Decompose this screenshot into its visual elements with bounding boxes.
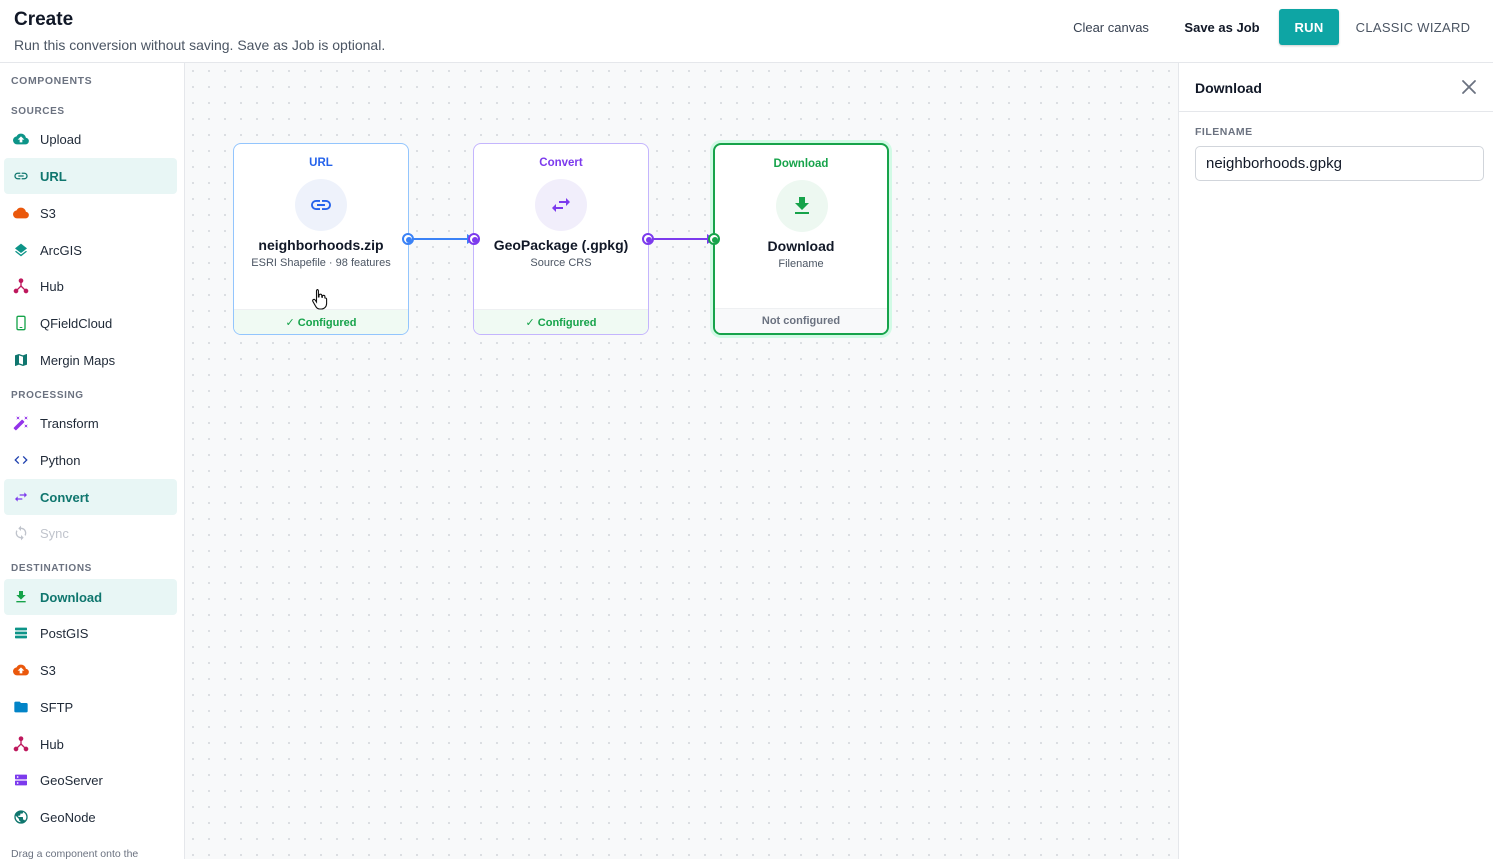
node-title: GeoPackage (.gpkg): [493, 237, 629, 253]
panel-header: Download: [1179, 63, 1493, 112]
sidebar-item-label: Sync: [40, 525, 69, 541]
node-description: Source CRS: [530, 257, 592, 269]
sidebar-item-sync[interactable]: Sync: [4, 515, 177, 551]
sidebar-item-label: Hub: [40, 278, 64, 294]
sidebar-item-python[interactable]: Python: [4, 442, 177, 478]
hand-cursor-icon: [312, 288, 328, 310]
link-icon: [295, 179, 347, 231]
sidebar-item-hub-destination[interactable]: Hub: [4, 726, 177, 762]
sidebar-item-transform[interactable]: Transform: [4, 405, 177, 441]
sidebar-item-label: QFieldCloud: [40, 315, 113, 331]
run-button[interactable]: RUN: [1279, 9, 1339, 45]
sidebar-item-label: Hub: [40, 736, 64, 752]
sidebar-item-mergin-maps[interactable]: Mergin Maps: [4, 342, 177, 378]
filename-input[interactable]: [1195, 146, 1484, 181]
page-subtitle: Run this conversion without saving. Save…: [14, 37, 386, 53]
sidebar-item-postgis[interactable]: PostGIS: [4, 615, 177, 651]
sidebar-item-label: Transform: [40, 415, 99, 431]
node-description: ESRI Shapefile · 98 features: [251, 257, 391, 269]
sources-heading: SOURCES: [11, 106, 65, 117]
hub-icon: [13, 278, 29, 294]
sidebar-item-label: URL: [40, 168, 67, 184]
sidebar-item-label: GeoServer: [40, 772, 103, 788]
magic-wand-icon: [13, 415, 29, 431]
classic-wizard-button[interactable]: CLASSIC WIZARD: [1350, 9, 1476, 45]
sidebar-item-label: Mergin Maps: [40, 352, 116, 368]
convert-output-port[interactable]: [642, 233, 654, 245]
sidebar-item-label: Python: [40, 452, 81, 468]
node-convert[interactable]: Convert GeoPackage (.gpkg) Source CRS ✓ …: [473, 143, 649, 335]
node-status: Not configured: [715, 308, 887, 333]
sidebar-item-upload[interactable]: Upload: [4, 121, 177, 157]
url-output-port[interactable]: [402, 233, 414, 245]
sidebar-item-s3-destination[interactable]: S3: [4, 652, 177, 688]
cloud-upload-icon: [13, 131, 29, 147]
sidebar-item-label: S3: [40, 662, 56, 678]
filename-label: FILENAME: [1195, 126, 1253, 138]
sidebar-item-s3[interactable]: S3: [4, 195, 177, 231]
sidebar-item-hub[interactable]: Hub: [4, 268, 177, 304]
sidebar-item-url[interactable]: URL: [4, 158, 177, 194]
download-icon: [13, 589, 29, 605]
download-icon: [776, 180, 828, 232]
swap-icon: [13, 489, 29, 505]
node-status: ✓ Configured: [234, 309, 408, 334]
components-heading: COMPONENTS: [11, 75, 93, 87]
sidebar-item-qfieldcloud[interactable]: QFieldCloud: [4, 305, 177, 341]
convert-input-port[interactable]: [468, 233, 480, 245]
top-bar: Create Run this conversion without savin…: [0, 0, 1493, 63]
sidebar-item-label: SFTP: [40, 699, 74, 715]
sidebar-item-geonode[interactable]: GeoNode: [4, 799, 177, 835]
folder-icon: [13, 699, 29, 715]
sidebar-item-download[interactable]: Download: [4, 579, 177, 615]
cloud-upload-icon: [13, 662, 29, 678]
link-icon: [13, 168, 29, 184]
hub-icon: [13, 736, 29, 752]
sidebar-item-arcgis[interactable]: ArcGIS: [4, 232, 177, 268]
node-title: neighborhoods.zip: [258, 237, 384, 253]
flow-canvas[interactable]: URL neighborhoods.zip ESRI Shapefile · 9…: [185, 63, 1178, 859]
node-type-label: Download: [773, 158, 829, 170]
save-as-job-button[interactable]: Save as Job: [1176, 9, 1268, 45]
server-icon: [13, 772, 29, 788]
sidebar-item-label: S3: [40, 205, 56, 221]
processing-heading: PROCESSING: [11, 390, 84, 401]
map-icon: [13, 352, 29, 368]
node-type-label: Convert: [539, 157, 583, 169]
node-type-label: URL: [309, 157, 333, 169]
sidebar-item-label: PostGIS: [40, 625, 89, 641]
destinations-heading: DESTINATIONS: [11, 563, 92, 574]
components-sidebar: COMPONENTS SOURCES Upload URL S3 ArcGIS …: [0, 63, 185, 859]
node-download-destination[interactable]: Download Download Filename Not configure…: [713, 143, 889, 335]
panel-title: Download: [1195, 80, 1262, 96]
sync-icon: [13, 525, 29, 541]
layers-icon: [13, 242, 29, 258]
database-icon: [13, 625, 29, 641]
swap-icon: [535, 179, 587, 231]
sidebar-item-label: ArcGIS: [40, 242, 82, 258]
properties-panel: Download FILENAME: [1178, 63, 1493, 859]
close-icon[interactable]: [1460, 78, 1478, 96]
sidebar-hint: Drag a component onto the: [11, 848, 139, 859]
code-icon: [13, 452, 29, 468]
node-title: Download: [767, 238, 835, 254]
node-description: Filename: [778, 258, 824, 270]
node-status: ✓ Configured: [474, 309, 648, 334]
sidebar-item-geoserver[interactable]: GeoServer: [4, 762, 177, 798]
sidebar-item-convert[interactable]: Convert: [4, 479, 177, 515]
page-title: Create: [14, 9, 74, 30]
clear-canvas-button[interactable]: Clear canvas: [1060, 9, 1162, 45]
cloud-icon: [13, 205, 29, 221]
sidebar-item-label: Convert: [40, 489, 90, 505]
sidebar-item-label: Upload: [40, 131, 82, 147]
sidebar-item-label: GeoNode: [40, 809, 96, 825]
sidebar-item-label: Download: [40, 589, 103, 605]
sidebar-item-sftp[interactable]: SFTP: [4, 689, 177, 725]
globe-icon: [13, 809, 29, 825]
phone-icon: [13, 315, 29, 331]
download-input-port[interactable]: [708, 233, 720, 245]
